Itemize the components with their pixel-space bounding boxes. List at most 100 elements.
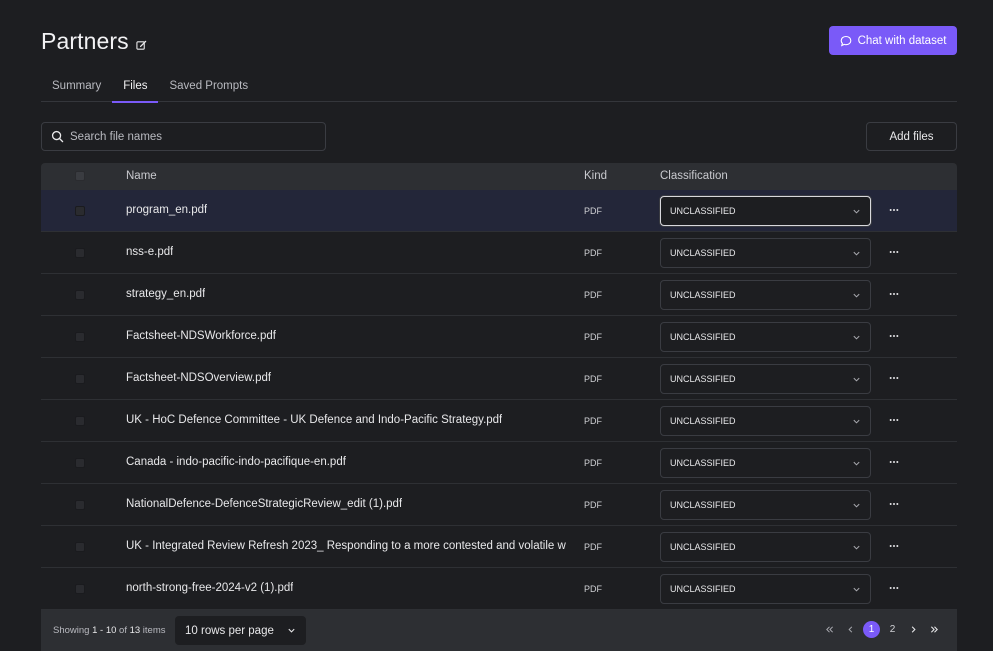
classification-select[interactable]: UNCLASSIFIED	[660, 490, 871, 520]
file-name: program_en.pdf	[126, 204, 208, 216]
ellipsis-icon[interactable]	[886, 244, 902, 260]
search-box	[41, 122, 326, 151]
file-kind: PDF	[584, 332, 602, 342]
classification-value: UNCLASSIFIED	[670, 458, 736, 468]
rows-per-page-value: 10 rows per page	[185, 624, 274, 637]
file-name: UK - Integrated Review Refresh 2023_ Res…	[126, 540, 566, 552]
file-kind: PDF	[584, 500, 602, 510]
table-row[interactable]: UK - Integrated Review Refresh 2023_ Res…	[41, 526, 957, 568]
column-header-classification[interactable]: Classification	[660, 170, 728, 182]
chevron-down-icon	[852, 291, 861, 300]
table-row[interactable]: north-strong-free-2024-v2 (1).pdf PDF UNCL…	[41, 568, 957, 610]
file-name: nss-e.pdf	[126, 246, 174, 258]
ellipsis-icon[interactable]	[886, 202, 902, 218]
chevron-down-icon	[852, 501, 861, 510]
table-body: program_en.pdf PDF UNCLASSIFIED nss-e.pdf PD…	[41, 190, 957, 610]
table-row[interactable]: strategy_en.pdf PDF UNCLASSIFIED	[41, 274, 957, 316]
file-name: north-strong-free-2024-v2 (1).pdf	[126, 582, 294, 594]
row-checkbox[interactable]	[75, 206, 85, 216]
classification-value: UNCLASSIFIED	[670, 290, 736, 300]
row-checkbox[interactable]	[75, 374, 85, 384]
ellipsis-icon[interactable]	[886, 496, 902, 512]
classification-select[interactable]: UNCLASSIFIED	[660, 532, 871, 562]
file-name: Canada - indo-pacific-indo-pacifique-en.…	[126, 456, 346, 468]
row-checkbox[interactable]	[75, 584, 85, 594]
ellipsis-icon[interactable]	[886, 286, 902, 302]
row-checkbox[interactable]	[75, 332, 85, 342]
file-name: Factsheet-NDSWorkforce.pdf	[126, 330, 276, 342]
file-name: NationalDefence-DefenceStrategicReview_e…	[126, 498, 403, 510]
file-kind: PDF	[584, 206, 602, 216]
tab-summary[interactable]: Summary	[41, 72, 112, 102]
file-kind: PDF	[584, 542, 602, 552]
classification-value: UNCLASSIFIED	[670, 374, 736, 384]
select-all-checkbox[interactable]	[75, 171, 85, 181]
page-button-2[interactable]: 2	[884, 621, 901, 638]
classification-select[interactable]: UNCLASSIFIED	[660, 238, 871, 268]
next-page-icon[interactable]	[905, 621, 922, 638]
classification-value: UNCLASSIFIED	[670, 542, 736, 552]
file-name: Factsheet-NDSOverview.pdf	[126, 372, 272, 384]
row-checkbox[interactable]	[75, 500, 85, 510]
table-row[interactable]: program_en.pdf PDF UNCLASSIFIED	[41, 190, 957, 232]
classification-value: UNCLASSIFIED	[670, 416, 736, 426]
table-row[interactable]: Canada - indo-pacific-indo-pacifique-en.…	[41, 442, 957, 484]
chevron-down-icon	[852, 585, 861, 594]
classification-select[interactable]: UNCLASSIFIED	[660, 406, 871, 436]
row-checkbox[interactable]	[75, 458, 85, 468]
classification-value: UNCLASSIFIED	[670, 332, 736, 342]
add-files-button[interactable]: Add files	[866, 122, 957, 151]
ellipsis-icon[interactable]	[886, 454, 902, 470]
classification-select[interactable]: UNCLASSIFIED	[660, 448, 871, 478]
tab-saved-prompts[interactable]: Saved Prompts	[158, 72, 259, 102]
classification-select[interactable]: UNCLASSIFIED	[660, 196, 871, 226]
file-kind: PDF	[584, 290, 602, 300]
title-row: Partners	[41, 28, 147, 55]
classification-value: UNCLASSIFIED	[670, 500, 736, 510]
first-page-icon[interactable]	[821, 621, 838, 638]
rows-per-page-select[interactable]: 10 rows per page	[175, 616, 306, 645]
tab-files[interactable]: Files	[112, 72, 159, 103]
page-title: Partners	[41, 28, 129, 54]
search-input[interactable]	[70, 130, 310, 143]
chevron-down-icon	[852, 543, 861, 552]
column-header-kind[interactable]: Kind	[584, 170, 607, 182]
edit-icon[interactable]	[136, 38, 147, 50]
page-button-1[interactable]: 1	[863, 621, 880, 638]
table-row[interactable]: UK - HoC Defence Committee - UK Defence …	[41, 400, 957, 442]
file-name: UK - HoC Defence Committee - UK Defence …	[126, 414, 503, 426]
chevron-down-icon	[852, 333, 861, 342]
file-name: strategy_en.pdf	[126, 288, 206, 300]
row-checkbox[interactable]	[75, 542, 85, 552]
ellipsis-icon[interactable]	[886, 328, 902, 344]
classification-select[interactable]: UNCLASSIFIED	[660, 364, 871, 394]
chevron-down-icon	[287, 626, 296, 635]
ellipsis-icon[interactable]	[886, 412, 902, 428]
table-row[interactable]: NationalDefence-DefenceStrategicReview_e…	[41, 484, 957, 526]
pagination: 1 2	[821, 621, 943, 638]
last-page-icon[interactable]	[926, 621, 943, 638]
row-checkbox[interactable]	[75, 416, 85, 426]
row-checkbox[interactable]	[75, 290, 85, 300]
table-row[interactable]: Factsheet-NDSOverview.pdf PDF UNCLASSIFIED	[41, 358, 957, 400]
chevron-down-icon	[852, 375, 861, 384]
classification-select[interactable]: UNCLASSIFIED	[660, 322, 871, 352]
chevron-down-icon	[852, 207, 861, 216]
classification-select[interactable]: UNCLASSIFIED	[660, 280, 871, 310]
chat-with-dataset-button[interactable]: Chat with dataset	[829, 26, 957, 55]
ellipsis-icon[interactable]	[886, 538, 902, 554]
classification-select[interactable]: UNCLASSIFIED	[660, 574, 871, 604]
file-kind: PDF	[584, 458, 602, 468]
classification-value: UNCLASSIFIED	[670, 248, 736, 258]
ellipsis-icon[interactable]	[886, 370, 902, 386]
column-header-name[interactable]: Name	[126, 170, 157, 182]
table-row[interactable]: Factsheet-NDSWorkforce.pdf PDF UNCLASSIFIE…	[41, 316, 957, 358]
ellipsis-icon[interactable]	[886, 580, 902, 596]
chat-bubble-icon	[840, 35, 852, 47]
table-row[interactable]: nss-e.pdf PDF UNCLASSIFIED	[41, 232, 957, 274]
page: Partners Chat with dataset Summary Files…	[0, 0, 993, 651]
file-kind: PDF	[584, 416, 602, 426]
prev-page-icon[interactable]	[842, 621, 859, 638]
row-checkbox[interactable]	[75, 248, 85, 258]
chevron-down-icon	[852, 417, 861, 426]
